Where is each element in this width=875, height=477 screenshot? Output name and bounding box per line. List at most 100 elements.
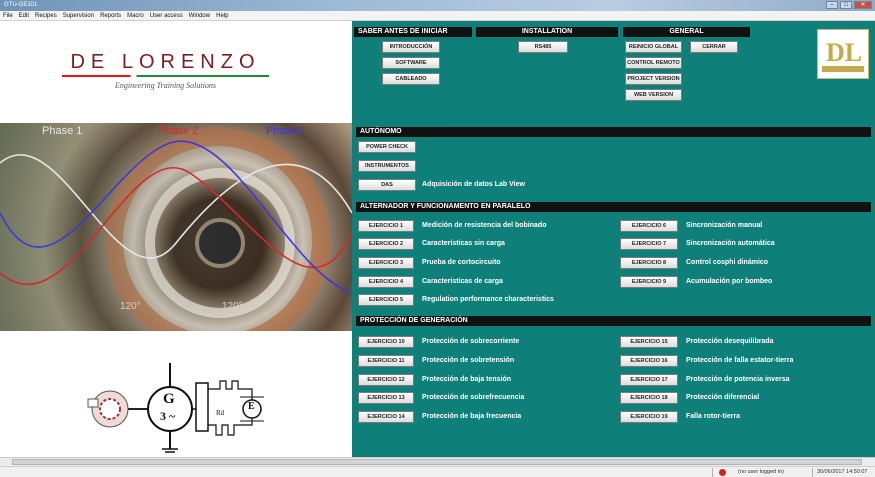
das-label: Adquisición de datos Lab View: [422, 181, 525, 188]
horizontal-scrollbar[interactable]: [0, 457, 875, 466]
minimize-icon[interactable]: –: [826, 1, 838, 9]
ejercicio-4-label: Características de carga: [422, 278, 503, 285]
alarm-icon[interactable]: [719, 469, 726, 476]
menu-recipes[interactable]: Recipes: [35, 11, 57, 20]
logo-panel: DE LORENZO Engineering Training Solution…: [0, 21, 352, 123]
control-remoto-button[interactable]: CONTROL REMOTO: [625, 57, 682, 69]
ejercicio-11-label: Protección de sobretensión: [422, 357, 515, 364]
ejercicio-7-button[interactable]: EJERCICIO 7: [620, 238, 678, 250]
close-icon[interactable]: ✕: [854, 1, 872, 9]
section-installation: INSTALLATION: [476, 27, 618, 37]
menu-reports[interactable]: Reports: [100, 11, 121, 20]
introduccion-button[interactable]: INTRODUCCIÓN: [382, 41, 440, 53]
maximize-icon[interactable]: □: [840, 1, 852, 9]
de-lorenzo-logo: DE LORENZO Engineering Training Solution…: [58, 51, 273, 90]
ejercicio-17-button[interactable]: EJERCICIO 17: [620, 374, 678, 386]
ejercicio-5-button[interactable]: EJERCICIO 5: [358, 294, 414, 306]
section-autonomo: AUTÓNOMO: [356, 127, 871, 137]
ejercicio-15-button[interactable]: EJERCICIO 15: [620, 336, 678, 348]
status-separator: [812, 468, 813, 477]
ejercicio-16-button[interactable]: EJERCICIO 16: [620, 355, 678, 367]
ejercicio-16-label: Protección de falla estator-tierra: [686, 357, 794, 364]
ejercicio-8-button[interactable]: EJERCICIO 8: [620, 257, 678, 269]
exciter-letter: E: [248, 401, 255, 412]
ejercicio-10-button[interactable]: EJERCICIO 10: [358, 336, 414, 348]
ejercicio-7-label: Sincronización automática: [686, 240, 775, 247]
section-saber: SABER ANTES DE INICIAR: [354, 27, 472, 37]
ejercicio-9-label: Acumulación por bombeo: [686, 278, 773, 285]
control-panel: SABER ANTES DE INICIAR INSTALLATION GENE…: [352, 21, 875, 457]
ejercicio-19-label: Falla rotor-tierra: [686, 413, 741, 420]
section-alternador: ALTERNADOR Y FUNCIONAMENTO EN PARALELO: [356, 202, 871, 212]
rs485-button[interactable]: RS485: [518, 41, 568, 53]
resistor-label: Rd: [216, 409, 225, 417]
menu-edit[interactable]: Edit: [19, 11, 29, 20]
ejercicio-2-button[interactable]: EJERCICIO 2: [358, 238, 414, 250]
ejercicio-4-button[interactable]: EJERCICIO 4: [358, 276, 414, 288]
generator-letter: G: [163, 391, 175, 407]
project-version-button[interactable]: PROJECT VERSION: [625, 73, 682, 85]
ejercicio-17-label: Protección de potencia inversa: [686, 376, 790, 383]
title-bar: GTU-GE101 – □ ✕: [0, 0, 875, 11]
generator-phase-label: 3 ~: [160, 409, 176, 423]
schematic-drawing: [87, 363, 264, 453]
ejercicio-12-label: Protección de baja tensión: [422, 376, 512, 383]
scrollbar-thumb[interactable]: [12, 459, 862, 465]
ejercicio-3-button[interactable]: EJERCICIO 3: [358, 257, 414, 269]
dl-logo-mark: DL: [826, 38, 863, 67]
menu-macro[interactable]: Macro: [127, 11, 144, 20]
status-user: (no user logged in): [738, 469, 784, 475]
ejercicio-18-label: Protección diferencial: [686, 394, 760, 401]
ejercicio-18-button[interactable]: EJERCICIO 18: [620, 392, 678, 404]
ejercicio-5-label: Regulation performance characteristics: [422, 296, 554, 303]
ejercicio-1-label: Medición de resistencia del bobinado: [422, 222, 547, 229]
window-controls: – □ ✕: [826, 1, 872, 9]
instrumentos-button[interactable]: INSTRUMENTOS: [358, 160, 416, 172]
section-general: GENERAL: [623, 27, 750, 37]
logo-name: DE LORENZO: [70, 51, 261, 73]
menu-file[interactable]: File: [3, 11, 13, 20]
ejercicio-15-label: Protección desequilibrada: [686, 338, 774, 345]
menu-supervision[interactable]: Supervision: [63, 11, 94, 20]
ejercicio-1-button[interactable]: EJERCICIO 1: [358, 220, 414, 232]
ejercicio-13-button[interactable]: EJERCICIO 13: [358, 392, 414, 404]
phase2-label: Phase 2: [158, 125, 199, 137]
menu-user-access[interactable]: User access: [150, 11, 183, 20]
menu-window[interactable]: Window: [189, 11, 210, 20]
ejercicio-19-button[interactable]: EJERCICIO 19: [620, 411, 678, 423]
reinicio-global-button[interactable]: REINICIO GLOBAL: [625, 41, 682, 53]
ejercicio-6-button[interactable]: EJERCICIO 6: [620, 220, 678, 232]
ejercicio-11-button[interactable]: EJERCICIO 11: [358, 355, 414, 367]
cableado-button[interactable]: CABLEADO: [382, 73, 440, 85]
cerrar-button[interactable]: CERRAR: [690, 41, 738, 53]
ejercicio-2-label: Características sin carga: [422, 240, 505, 247]
ejercicio-3-label: Prueba de cortocircuito: [422, 259, 501, 266]
angle-label-1: 120°: [120, 301, 141, 312]
ejercicio-9-button[interactable]: EJERCICIO 9: [620, 276, 678, 288]
status-bar: (no user logged in) 30/06/2017 14:50:07: [0, 466, 875, 477]
ejercicio-10-label: Protección de sobrecorriente: [422, 338, 520, 345]
status-datetime: 30/06/2017 14:50:07: [817, 469, 868, 475]
phase1-label: Phase 1: [42, 125, 83, 137]
angle-label-2: 120°: [222, 301, 243, 312]
dl-logo-band: [822, 66, 864, 72]
logo-tagline: Engineering Training Solutions: [115, 81, 216, 90]
menu-help[interactable]: Help: [216, 11, 228, 20]
generator-schematic: G 3 ~ Rd E: [0, 331, 352, 457]
section-proteccion: PROTECCIÓN DE GENERACIÓN: [356, 316, 871, 326]
das-button[interactable]: DAS: [358, 179, 416, 191]
turbine-icon: [87, 390, 148, 428]
ejercicio-13-label: Protección de sobrefrecuencia: [422, 394, 525, 401]
menu-bar: File Edit Recipes Supervision Reports Ma…: [0, 11, 875, 21]
ejercicio-14-button[interactable]: EJERCICIO 14: [358, 411, 414, 423]
web-version-button[interactable]: WEB VERSION: [625, 89, 682, 101]
software-button[interactable]: SOFTWARE: [382, 57, 440, 69]
window-title: GTU-GE101: [4, 2, 38, 8]
generator-photo: Phase 1 Phase 2 Phase3 120° 120°: [0, 123, 352, 331]
ejercicio-6-label: Sincronización manual: [686, 222, 763, 229]
power-check-button[interactable]: POWER CHECK: [358, 141, 416, 153]
ejercicio-12-button[interactable]: EJERCICIO 12: [358, 374, 414, 386]
status-separator: [712, 468, 713, 477]
phase-waves: [0, 140, 352, 294]
dl-logo: DL: [817, 29, 869, 79]
